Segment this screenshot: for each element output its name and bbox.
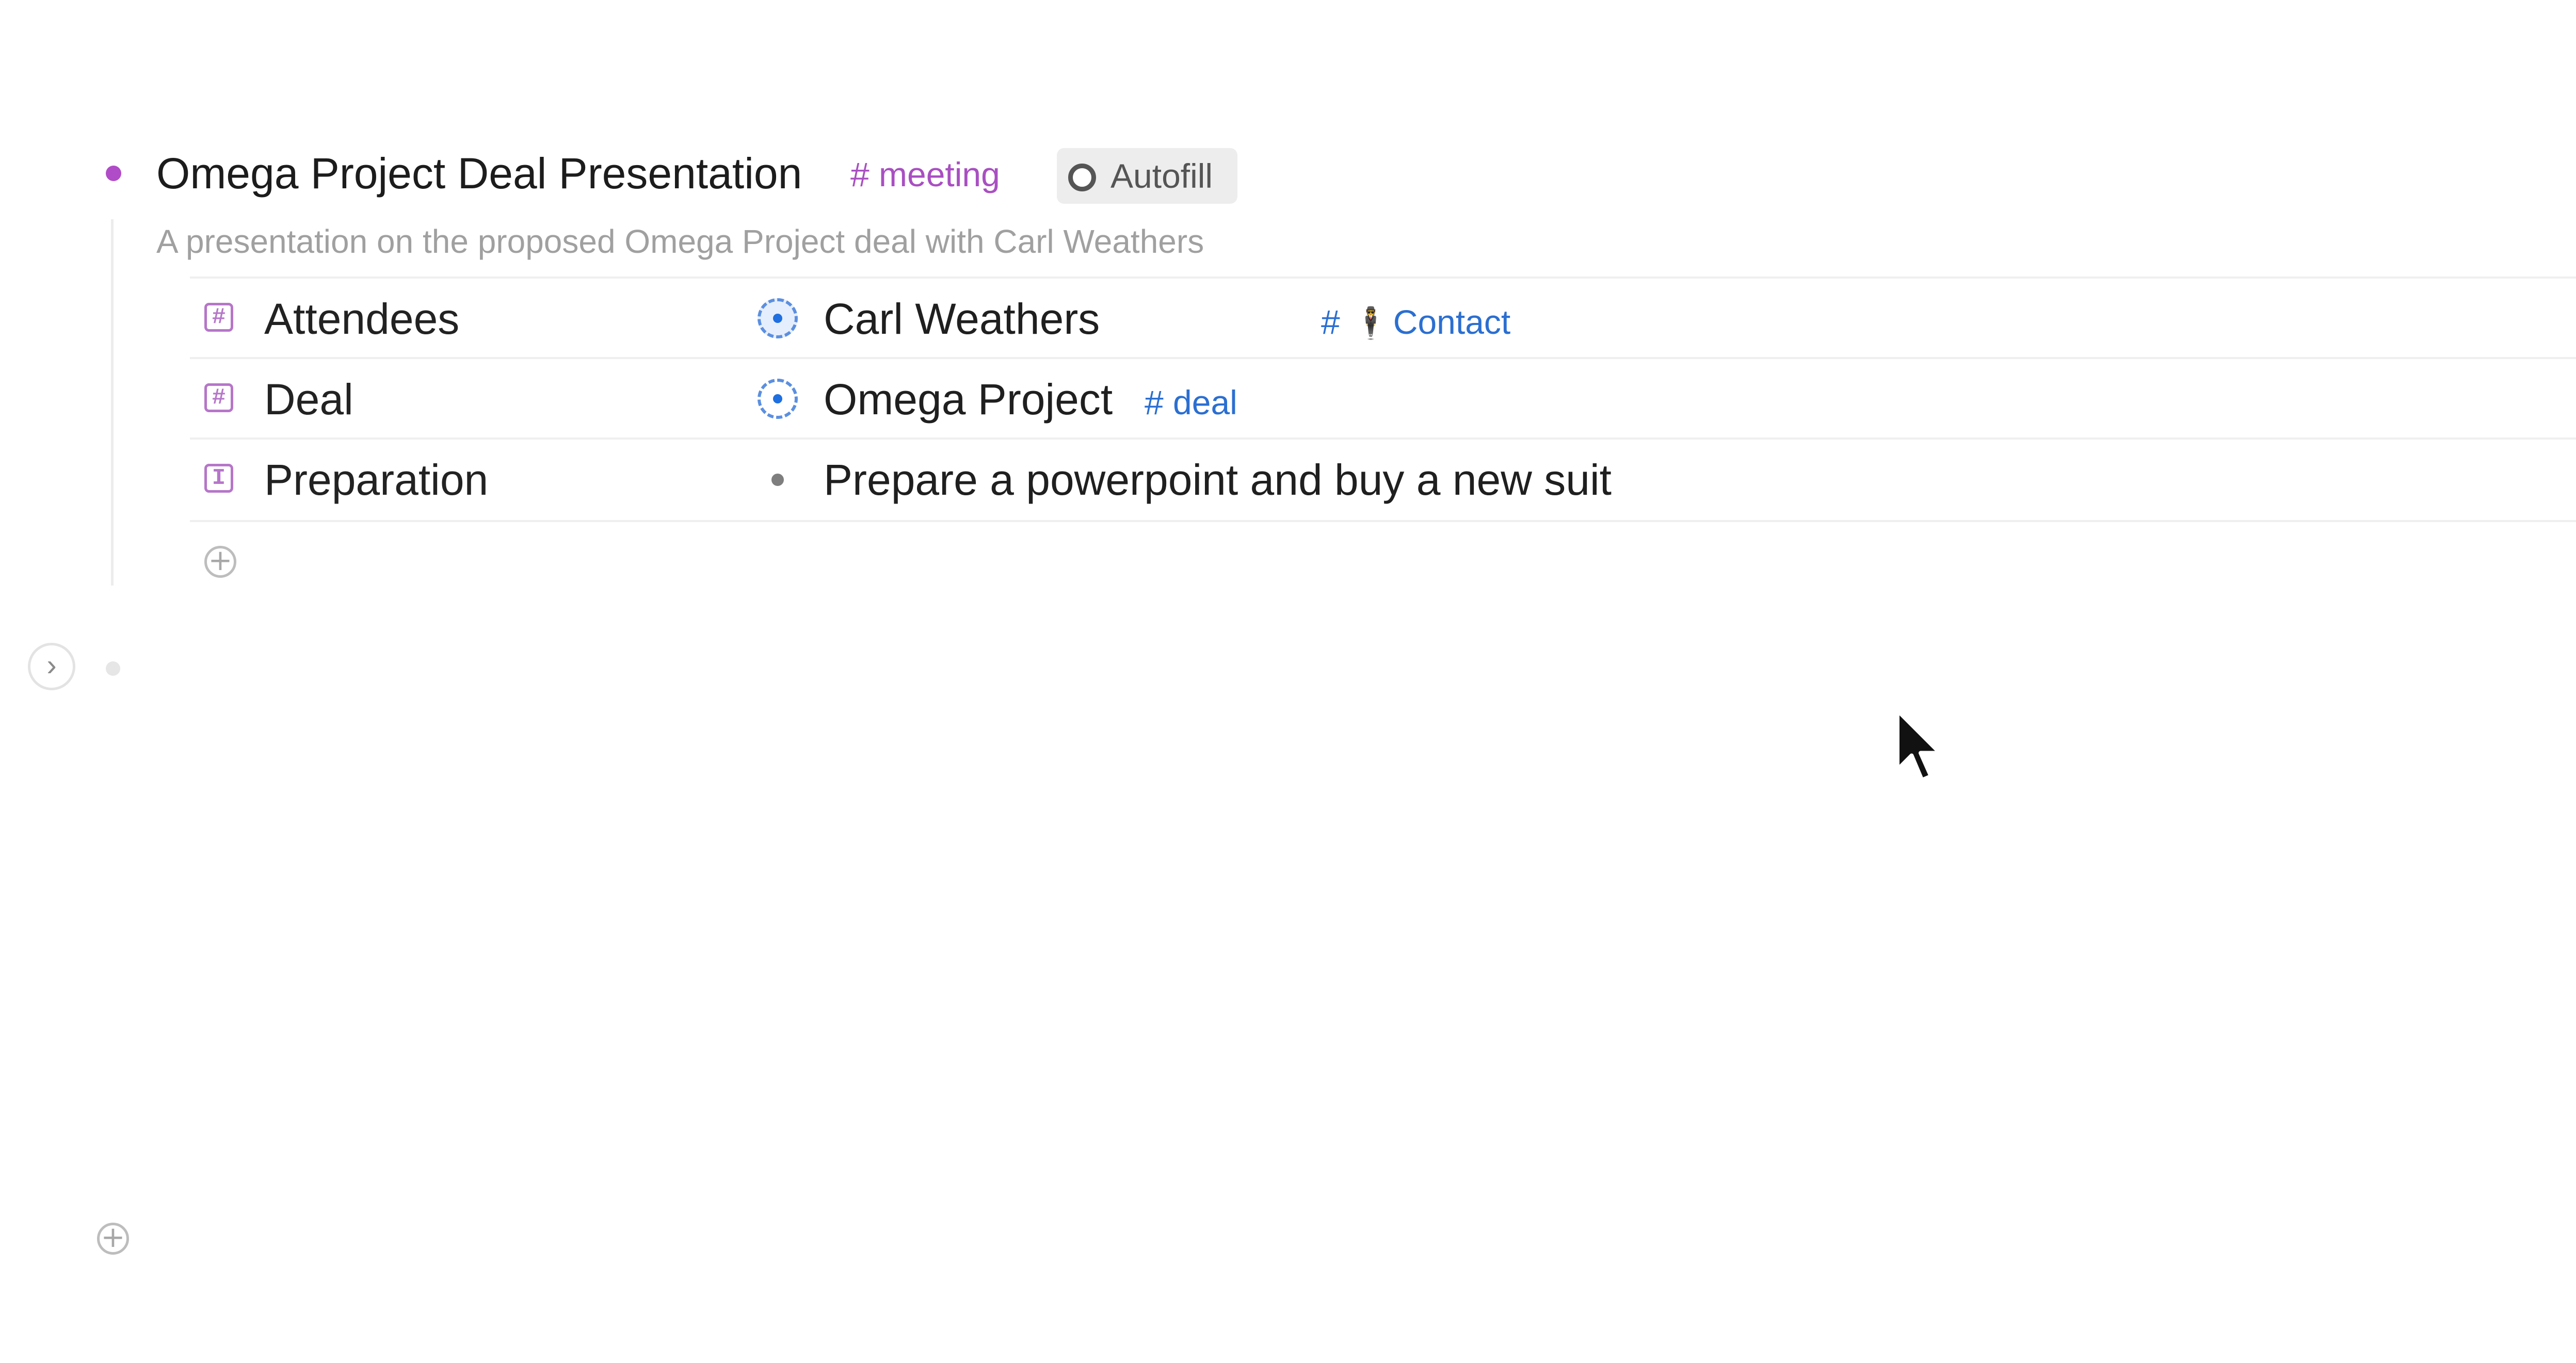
meeting-tag[interactable]: # meeting	[850, 152, 1000, 197]
hash-icon: #	[204, 383, 233, 412]
mouse-cursor-icon	[1895, 708, 1942, 782]
add-node-button[interactable]: +	[97, 1223, 129, 1255]
indent-guide-line	[111, 219, 114, 586]
node-title[interactable]: Omega Project Deal Presentation	[156, 145, 802, 201]
autofill-button[interactable]: Autofill	[1057, 148, 1237, 204]
field-value-preparation[interactable]: Prepare a powerpoint and buy a new suit	[824, 454, 1612, 506]
contact-tag-label: Contact	[1393, 303, 1511, 341]
node-bullet[interactable]	[106, 166, 121, 181]
field-label-preparation[interactable]: Preparation	[264, 454, 488, 506]
contact-tag[interactable]: # 🕴Contact	[1321, 299, 1510, 346]
field-row-attendees: # Attendees Carl Weathers # 🕴Contact	[190, 277, 2576, 359]
autofill-icon	[1068, 164, 1096, 191]
text-field-icon: I	[204, 464, 233, 493]
node-description[interactable]: A presentation on the proposed Omega Pro…	[156, 217, 1204, 266]
person-icon: 🕴	[1351, 306, 1390, 340]
expand-chevron-button[interactable]: ›	[28, 643, 75, 690]
outline-page: Omega Project Deal Presentation # meetin…	[0, 0, 2576, 1363]
field-label-attendees[interactable]: Attendees	[264, 293, 459, 345]
field-row-deal: # Deal Omega Project # deal	[190, 357, 2576, 440]
field-value-deal[interactable]: Omega Project	[824, 374, 1113, 425]
contact-tag-prefix: #	[1321, 303, 1340, 341]
field-label-deal[interactable]: Deal	[264, 374, 353, 425]
reference-node-bullet[interactable]	[758, 298, 798, 338]
reference-node-bullet[interactable]	[758, 379, 798, 419]
empty-node-bullet[interactable]	[106, 661, 120, 676]
deal-tag[interactable]: # deal	[1145, 380, 1237, 425]
add-field-button[interactable]: +	[204, 546, 236, 578]
value-bullet[interactable]	[771, 474, 784, 486]
hash-icon: #	[204, 303, 233, 332]
field-row-preparation: I Preparation Prepare a powerpoint and b…	[190, 437, 2576, 522]
autofill-label: Autofill	[1110, 157, 1213, 195]
field-value-attendees[interactable]: Carl Weathers	[824, 293, 1100, 345]
